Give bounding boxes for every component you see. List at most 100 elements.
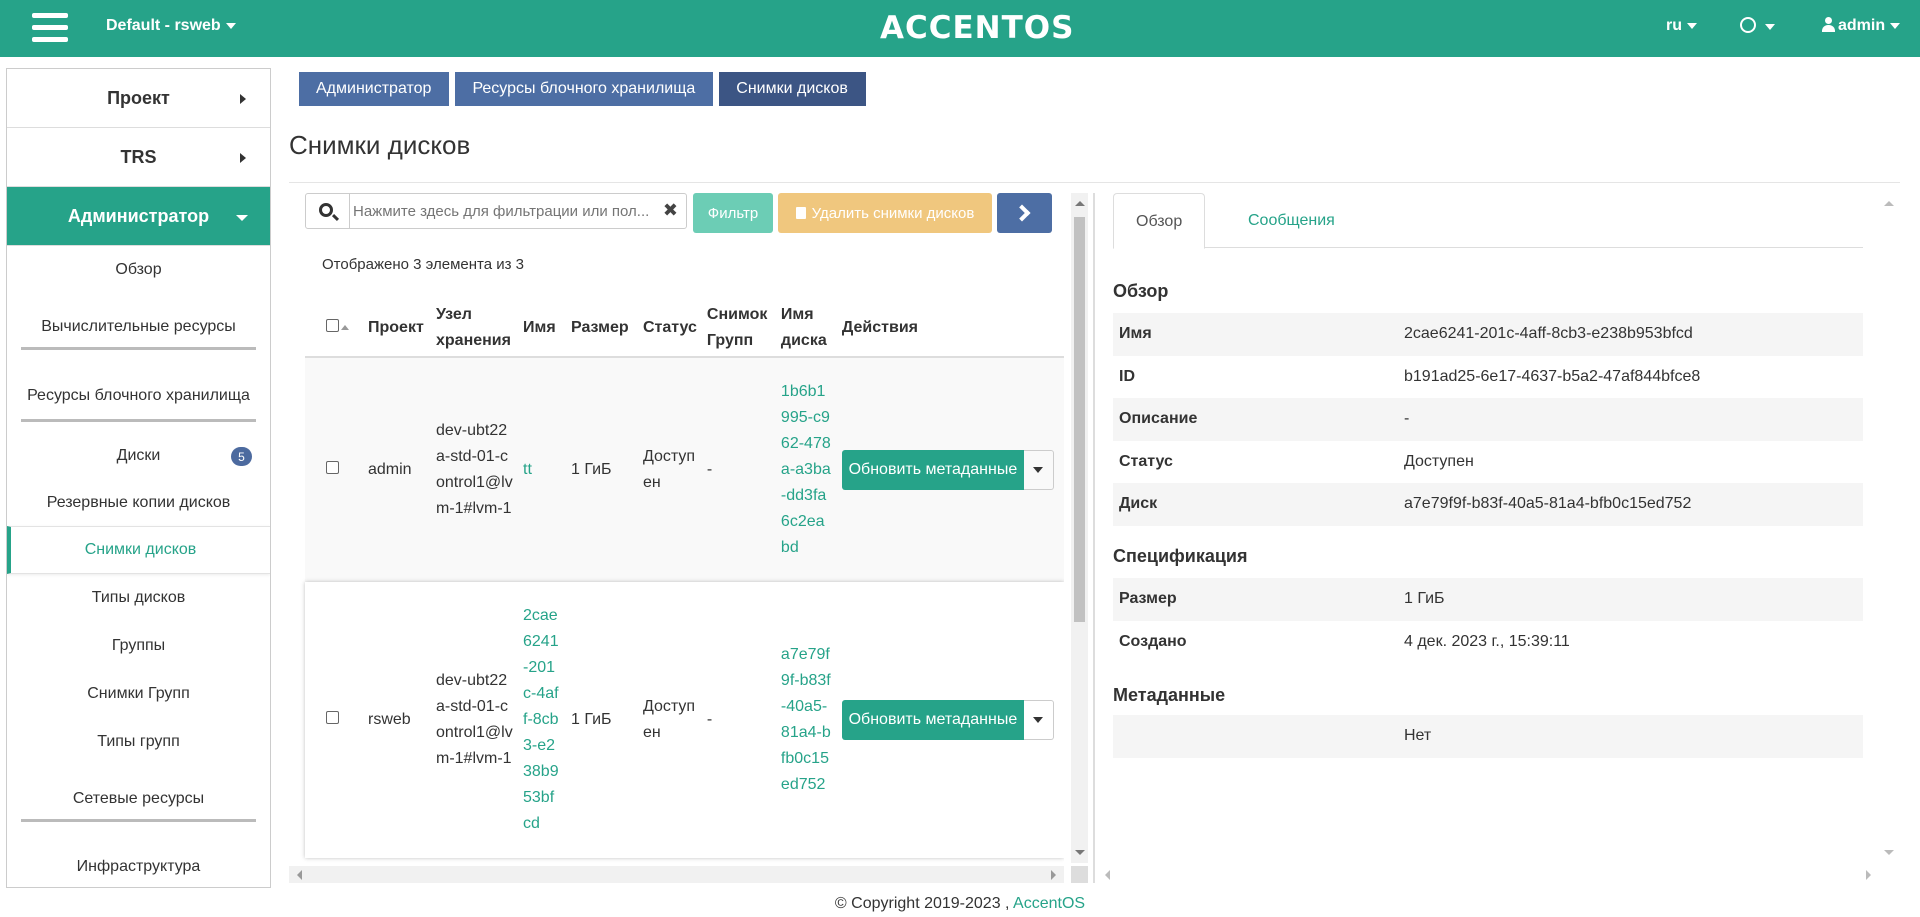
- user-menu[interactable]: admin: [1822, 17, 1901, 35]
- disk-link[interactable]: a7e79f9f-b83f-40a5-81a4-bfb0c15ed752: [781, 646, 831, 793]
- column-header[interactable]: Размер: [566, 299, 638, 358]
- sidebar-item-overview[interactable]: Обзор: [7, 246, 270, 294]
- sidebar-group-block-storage[interactable]: Ресурсы блочного хранилища: [7, 360, 270, 432]
- table-horizontal-scrollbar[interactable]: [289, 866, 1064, 883]
- detail-row: Имя 2cae6241-201c-4aff-8cb3-e238b953bfcd: [1113, 313, 1863, 356]
- detail-key: ID: [1119, 367, 1135, 385]
- sidebar-item-volume-backups[interactable]: Резервные копии дисков: [7, 480, 270, 526]
- detail-vertical-scrollbar[interactable]: [1880, 193, 1897, 863]
- sidebar-item-group-snapshots[interactable]: Снимки Групп: [7, 670, 270, 718]
- column-header[interactable]: Узел хранения: [431, 299, 518, 358]
- sidebar-section-project[interactable]: Проект: [7, 69, 270, 128]
- delete-snapshots-label: Удалить снимки дисков: [811, 204, 975, 222]
- section-title-spec: Спецификация: [1113, 546, 1248, 566]
- sidebar-group-compute[interactable]: Вычислительные ресурсы: [7, 294, 270, 360]
- delete-snapshots-button[interactable]: Удалить снимки дисков: [778, 193, 992, 233]
- sidebar-item-volumes[interactable]: Диски 5: [7, 432, 270, 480]
- row-checkbox[interactable]: [326, 461, 339, 474]
- column-header[interactable]: Имя диска: [775, 299, 837, 358]
- breadcrumb-item[interactable]: Администратор: [299, 72, 450, 106]
- actions-dropdown-toggle[interactable]: [1023, 450, 1054, 490]
- search-input[interactable]: [353, 195, 658, 227]
- panel-divider[interactable]: [1093, 193, 1095, 883]
- row-checkbox[interactable]: [326, 711, 339, 724]
- cell-actions: Обновить метаданные: [837, 582, 1064, 858]
- table-vertical-scrollbar[interactable]: [1071, 193, 1088, 863]
- sort-asc-icon[interactable]: [341, 324, 349, 330]
- column-header[interactable]: Снимок Групп: [701, 299, 776, 358]
- scroll-up-icon[interactable]: [1884, 201, 1894, 206]
- hamburger-menu-icon[interactable]: [32, 13, 68, 43]
- scroll-down-icon[interactable]: [1884, 850, 1894, 855]
- detail-value: 1 ГиБ: [1404, 590, 1445, 608]
- sidebar-section-admin[interactable]: Администратор: [7, 187, 270, 246]
- metadata-list: Нет: [1113, 715, 1863, 758]
- column-header[interactable]: Проект: [363, 299, 431, 358]
- scrollbar-thumb[interactable]: [1074, 217, 1085, 622]
- detail-row: Создано 4 дек. 2023 г., 15:39:11: [1113, 621, 1863, 664]
- sidebar-item-volume-snapshots[interactable]: Снимки дисков: [7, 526, 270, 574]
- filter-button[interactable]: Фильтр: [693, 193, 773, 233]
- select-all-checkbox[interactable]: [326, 318, 339, 332]
- sidebar-item-label: Типы групп: [97, 733, 180, 750]
- scroll-left-icon[interactable]: [297, 870, 302, 880]
- disk-link[interactable]: a7e79f9f-b83f-40a5-81a4-bfb0c15ed752: [1404, 495, 1691, 513]
- scroll-up-icon[interactable]: [1075, 201, 1085, 206]
- sidebar-item-label: Снимки дисков: [84, 541, 197, 558]
- more-actions-button[interactable]: [997, 193, 1052, 233]
- theme-selector[interactable]: [1740, 17, 1775, 36]
- cell-disk: 1b6b1995-c962-478a-a3ba-dd3fa6c2eabd: [776, 357, 837, 582]
- row-select-cell: [305, 357, 363, 582]
- disk-link[interactable]: 1b6b1995-c962-478a-a3ba-dd3fa6c2eabd: [781, 383, 831, 556]
- sidebar-item-volume-types[interactable]: Типы дисков: [7, 574, 270, 622]
- snapshot-name-link[interactable]: 2cae6241-201c-4aff-8cb3-e238b953bfcd: [523, 607, 559, 832]
- detail-value: 4 дек. 2023 г., 15:39:11: [1404, 632, 1570, 650]
- clear-icon[interactable]: ✖: [663, 200, 678, 221]
- detail-row: ID b191ad25-6e17-4637-b5a2-47af844bfce8: [1113, 356, 1863, 399]
- table-row-selected[interactable]: rsweb dev-ubt22a-std-01-control1@lvm-1#l…: [305, 582, 1064, 858]
- scroll-down-icon[interactable]: [1075, 850, 1085, 855]
- detail-row: Диск a7e79f9f-b83f-40a5-81a4-bfb0c15ed752: [1113, 483, 1863, 526]
- footer-link[interactable]: AccentOS: [1013, 895, 1085, 912]
- language-selector[interactable]: ru: [1666, 17, 1697, 35]
- scroll-right-icon[interactable]: [1866, 870, 1871, 880]
- chevron-down-icon: [1033, 717, 1044, 723]
- tab-messages[interactable]: Сообщения: [1226, 193, 1357, 248]
- column-header[interactable]: Статус: [638, 299, 702, 358]
- cell-project: admin: [368, 461, 412, 478]
- detail-value: b191ad25-6e17-4637-b5a2-47af844bfce8: [1404, 367, 1701, 385]
- sidebar-item-groups[interactable]: Группы: [7, 622, 270, 670]
- actions-dropdown-toggle[interactable]: [1023, 700, 1054, 740]
- sidebar-group-infrastructure[interactable]: Инфраструктура: [7, 832, 270, 887]
- update-metadata-button[interactable]: Обновить метаданные: [841, 700, 1024, 740]
- table-row[interactable]: admin dev-ubt22a-std-01-control1@lvm-1#l…: [305, 357, 1064, 582]
- detail-row: Статус Доступен: [1113, 441, 1863, 484]
- search-button[interactable]: [306, 194, 350, 228]
- detail-horizontal-scrollbar[interactable]: [1097, 866, 1879, 883]
- sidebar-section-label: Администратор: [67, 205, 210, 226]
- chevron-down-icon: [1033, 467, 1044, 473]
- column-header[interactable]: Имя: [518, 299, 566, 358]
- detail-row: Нет: [1113, 715, 1863, 758]
- sidebar-item-group-types[interactable]: Типы групп: [7, 718, 270, 766]
- snapshot-name-link[interactable]: tt: [523, 461, 532, 478]
- project-selector[interactable]: Default - rsweb: [106, 17, 236, 35]
- scroll-left-icon[interactable]: [1105, 870, 1110, 880]
- chevron-right-icon: [240, 94, 246, 104]
- tab-overview[interactable]: Обзор: [1113, 193, 1206, 249]
- select-all-cell: [305, 299, 363, 358]
- breadcrumb-item[interactable]: Ресурсы блочного хранилища: [455, 72, 714, 106]
- search-icon: [319, 202, 333, 217]
- sidebar-group-network[interactable]: Сетевые ресурсы: [7, 766, 270, 832]
- cell-group-snapshot: -: [706, 711, 713, 728]
- top-bar: Default - rsweb ACCENTOS ru admin: [0, 0, 1920, 57]
- sidebar-section-label: TRS: [120, 146, 157, 167]
- scroll-right-icon[interactable]: [1051, 870, 1056, 880]
- update-metadata-button[interactable]: Обновить метаданные: [841, 450, 1024, 490]
- overview-list: Имя 2cae6241-201c-4aff-8cb3-e238b953bfcd …: [1113, 313, 1863, 526]
- sidebar-section-trs[interactable]: TRS: [7, 128, 270, 187]
- detail-panel: Обзор Сообщения Обзор Имя 2cae6241-201c-4…: [1113, 193, 1863, 863]
- logo: ACCENTOS: [880, 10, 1075, 46]
- trash-icon: [795, 207, 806, 219]
- detail-key: Имя: [1119, 325, 1152, 343]
